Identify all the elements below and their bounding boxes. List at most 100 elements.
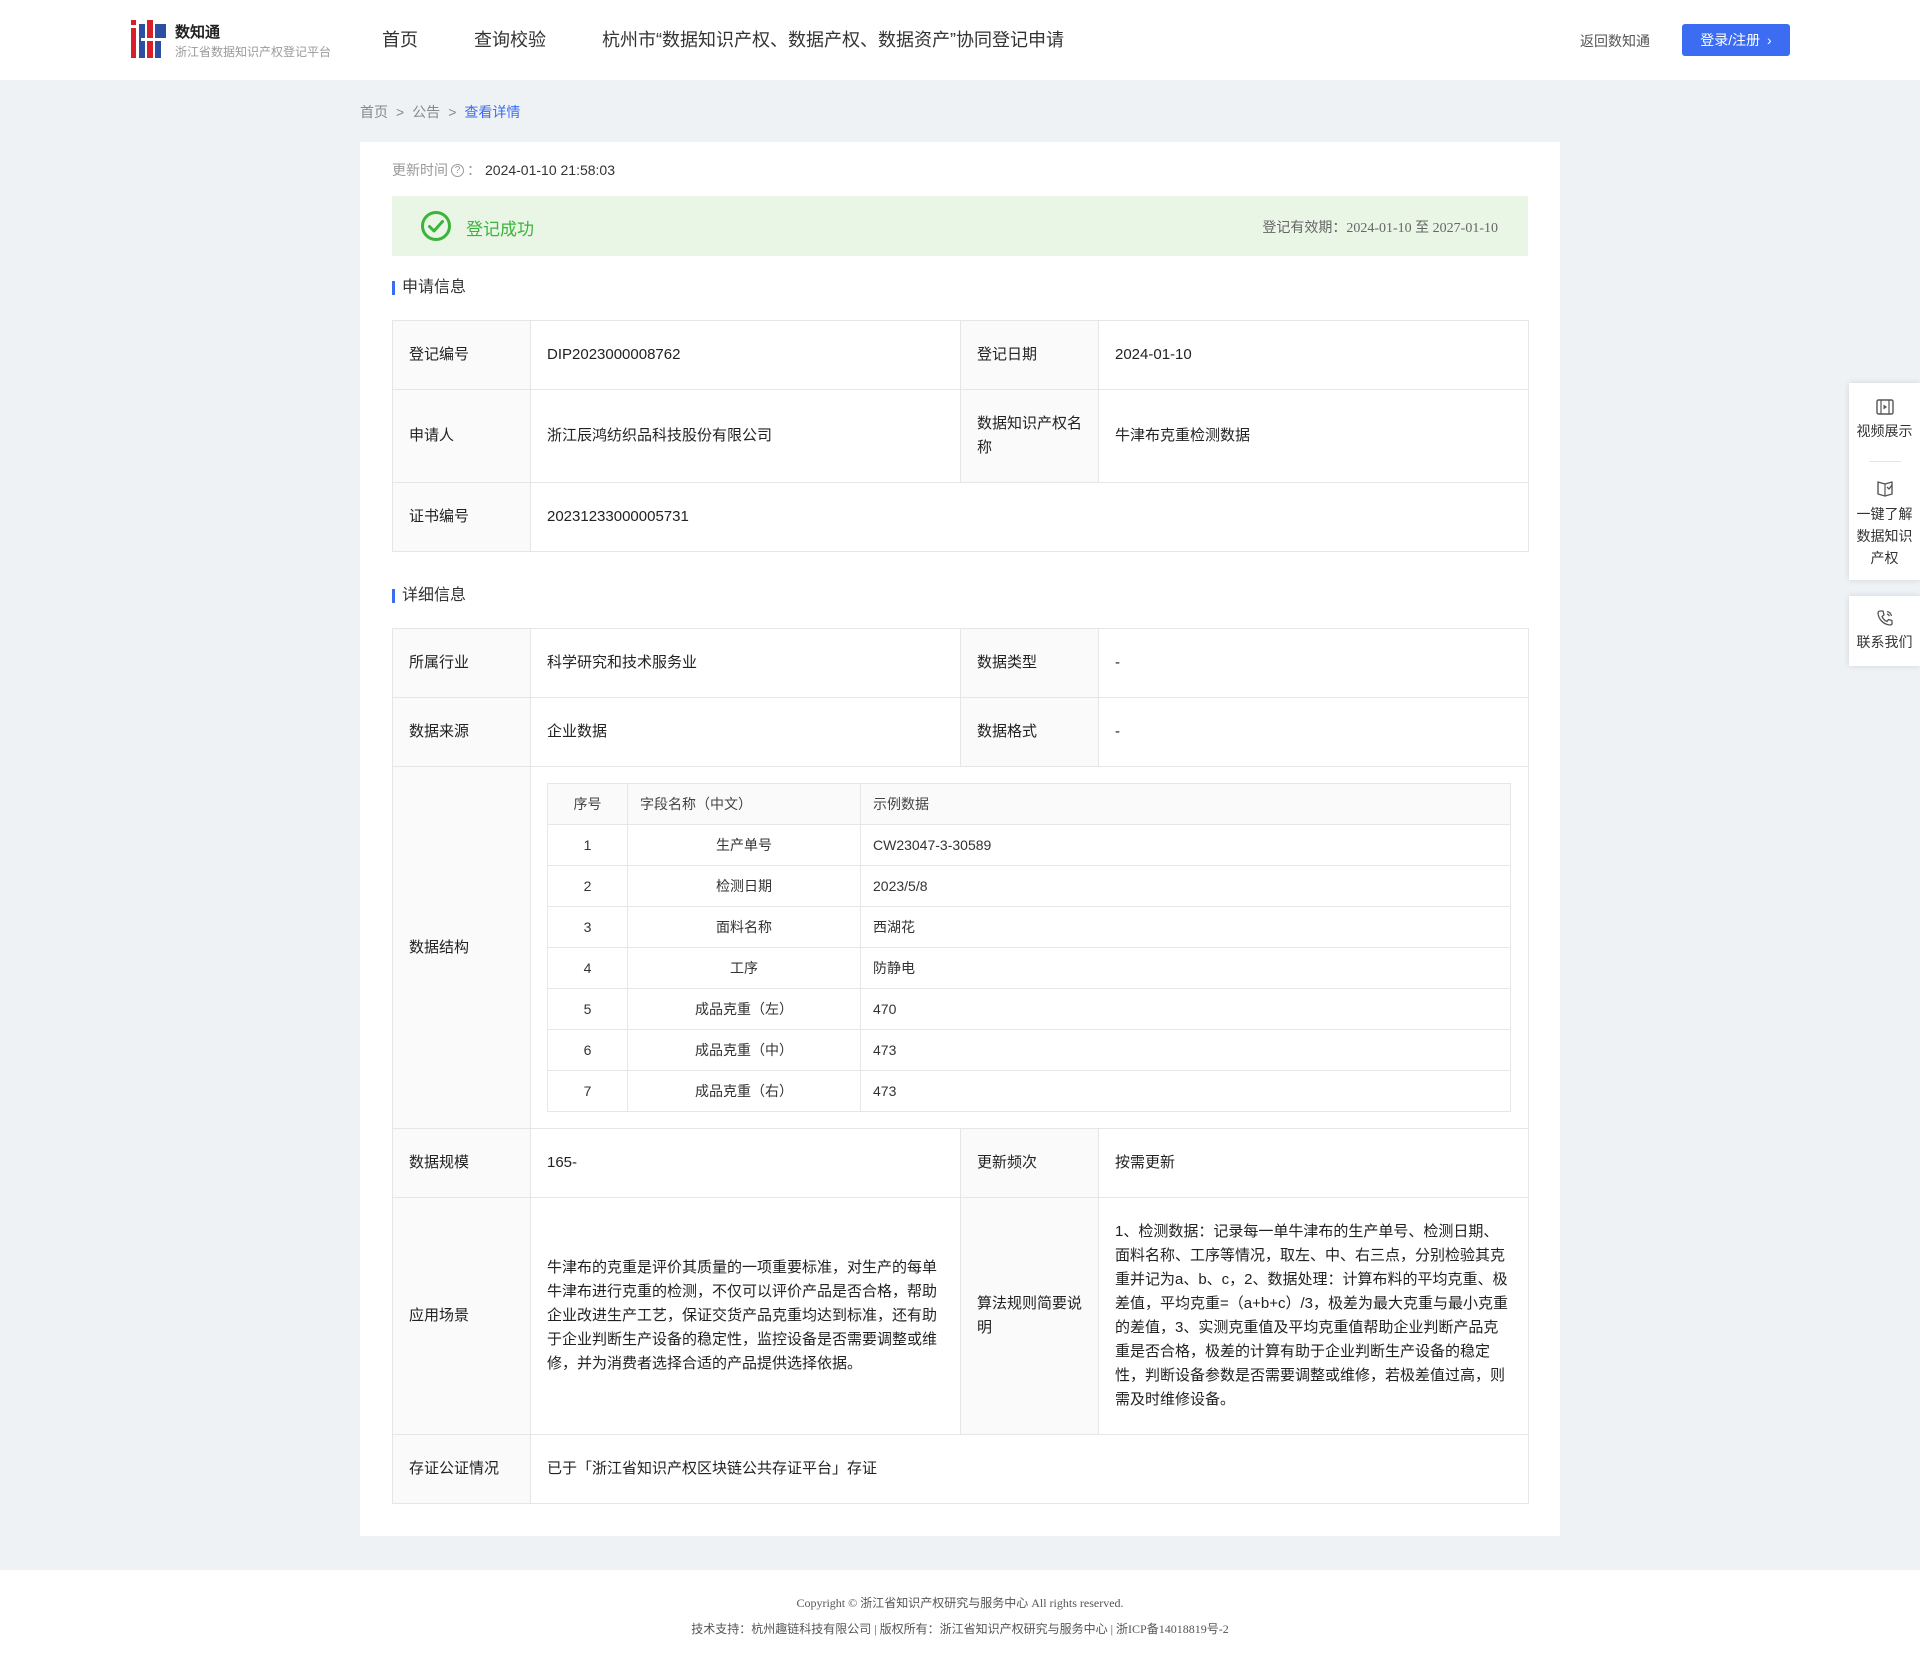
status-banner: 登记成功 登记有效期：2024-01-10 至 2027-01-10 <box>392 196 1528 256</box>
struct-cell-field: 成品克重（右） <box>627 1070 861 1112</box>
cert-no-label: 证书编号 <box>392 482 531 552</box>
struct-cell-field: 检测日期 <box>627 865 861 907</box>
detail-info-table: 所属行业 科学研究和技术服务业 数据类型 - 数据来源 企业数据 数据格式 - … <box>392 628 1529 1504</box>
ip-name-label: 数据知识产权名称 <box>960 389 1099 483</box>
section-title-detail: 详细信息 <box>392 588 466 604</box>
footer-support: 技术支持：杭州趣链科技有限公司 | 版权所有：浙江省知识产权研究与服务中心 | … <box>691 1622 1229 1636</box>
struct-header-index: 序号 <box>547 783 628 825</box>
struct-cell-index: 4 <box>547 947 628 989</box>
reg-date-value: 2024-01-10 <box>1098 320 1529 390</box>
struct-cell-index: 7 <box>547 1070 628 1112</box>
data-type-label: 数据类型 <box>960 628 1099 698</box>
data-scale-label: 数据规模 <box>392 1128 531 1198</box>
struct-cell-sample: 473 <box>860 1070 1511 1112</box>
table-row: 2 检测日期 2023/5/8 <box>547 865 1511 907</box>
scenario-value: 牛津布的克重是评价其质量的一项重要标准，对生产的每单牛津布进行克重的检测，不仅可… <box>530 1197 961 1435</box>
data-structure-label: 数据结构 <box>392 766 531 1129</box>
side-float-panel: 视频展示 一键了解 数据知识 产权 <box>1849 383 1920 580</box>
brand-subtitle: 浙江省数据知识产权登记平台 <box>175 45 332 59</box>
data-structure-table: 序号 字段名称（中文） 示例数据 1 生产单号 CW23047-3-30589 … <box>547 783 1511 1112</box>
phone-icon <box>1876 610 1893 626</box>
reg-no-value: DIP2023000008762 <box>530 320 961 390</box>
check-circle-icon <box>421 211 451 241</box>
data-type-value: - <box>1098 628 1529 698</box>
struct-cell-sample: 防静电 <box>860 947 1511 989</box>
top-header: 数知通 浙江省数据知识产权登记平台 首页 查询校验 杭州市“数据知识产权、数据产… <box>0 0 1920 80</box>
data-format-label: 数据格式 <box>960 697 1099 767</box>
table-row: 7 成品克重（右） 473 <box>547 1070 1511 1112</box>
table-row: 3 面料名称 西湖花 <box>547 906 1511 948</box>
industry-value: 科学研究和技术服务业 <box>530 628 961 698</box>
login-button-label: 登录/注册 <box>1700 32 1761 48</box>
reg-date-label: 登记日期 <box>960 320 1099 390</box>
table-row: 5 成品克重（左） 470 <box>547 988 1511 1030</box>
reg-no-label: 登记编号 <box>392 320 531 390</box>
struct-cell-index: 3 <box>547 906 628 948</box>
application-info-table: 登记编号 DIP2023000008762 登记日期 2024-01-10 申请… <box>392 320 1529 552</box>
struct-cell-field: 成品克重（中） <box>627 1029 861 1071</box>
detail-card: 更新时间 ? ： 2024-01-10 21:58:03 登记成功 登记有效期：… <box>360 142 1560 1536</box>
update-time-colon: ： <box>467 162 481 178</box>
industry-label: 所属行业 <box>392 628 531 698</box>
data-format-value: - <box>1098 697 1529 767</box>
nav-home[interactable]: 首页 <box>382 0 418 80</box>
footer: Copyright © 浙江省知识产权研究与服务中心 All rights re… <box>0 1570 1920 1658</box>
ip-name-value: 牛津布克重检测数据 <box>1098 389 1529 483</box>
side-contact-button[interactable]: 联系我们 <box>1849 596 1920 666</box>
breadcrumb-home[interactable]: 首页 <box>360 104 388 120</box>
back-to-shuzhitong-link[interactable]: 返回数知通 <box>1580 31 1650 51</box>
applicant-value: 浙江辰鸿纺织品科技股份有限公司 <box>530 389 961 483</box>
data-structure-cell: 序号 字段名称（中文） 示例数据 1 生产单号 CW23047-3-30589 … <box>530 766 1529 1129</box>
struct-header-sample: 示例数据 <box>860 783 1511 825</box>
nav-query[interactable]: 查询校验 <box>474 0 546 80</box>
scenario-label: 应用场景 <box>392 1197 531 1435</box>
footer-copyright: Copyright © 浙江省知识产权研究与服务中心 All rights re… <box>796 1596 1124 1610</box>
side-contact-label: 联系我们 <box>1856 634 1913 650</box>
cert-no-value: 20231233000005731 <box>530 482 1529 552</box>
side-video-button[interactable]: 视频展示 <box>1849 383 1920 461</box>
struct-header-field: 字段名称（中文） <box>627 783 861 825</box>
breadcrumb-notice[interactable]: 公告 <box>412 104 440 120</box>
struct-cell-field: 面料名称 <box>627 906 861 948</box>
chevron-right-icon: › <box>1767 32 1772 48</box>
breadcrumb: 首页 > 公告 > 查看详情 <box>360 102 520 122</box>
book-icon <box>1876 481 1893 497</box>
struct-cell-index: 2 <box>547 865 628 907</box>
evidence-label: 存证公证情况 <box>392 1434 531 1504</box>
question-circle-icon[interactable]: ? <box>451 163 464 177</box>
nav-apply[interactable]: 杭州市“数据知识产权、数据产权、数据资产”协同登记申请 <box>602 0 1064 80</box>
update-time-row: 更新时间 ? ： 2024-01-10 21:58:03 <box>392 160 615 180</box>
platform-logo-icon[interactable] <box>131 20 167 58</box>
side-learn-label-3: 产权 <box>1870 550 1899 566</box>
brand-name: 数知通 <box>175 24 221 41</box>
struct-cell-index: 5 <box>547 988 628 1030</box>
algorithm-label: 算法规则简要说明 <box>960 1197 1099 1435</box>
update-freq-value: 按需更新 <box>1098 1128 1529 1198</box>
side-learn-label-2: 数据知识 <box>1856 528 1913 544</box>
struct-cell-sample: 2023/5/8 <box>860 865 1511 907</box>
login-register-button[interactable]: 登录/注册 › <box>1682 24 1790 56</box>
update-time-label: 更新时间 <box>392 162 448 178</box>
data-source-label: 数据来源 <box>392 697 531 767</box>
struct-cell-sample: CW23047-3-30589 <box>860 824 1511 866</box>
struct-cell-sample: 473 <box>860 1029 1511 1071</box>
struct-cell-index: 1 <box>547 824 628 866</box>
side-learn-button[interactable]: 一键了解 数据知识 产权 <box>1849 462 1920 569</box>
status-validity: 登记有效期：2024-01-10 至 2027-01-10 <box>1262 221 1498 236</box>
table-row: 4 工序 防静电 <box>547 947 1511 989</box>
side-video-label: 视频展示 <box>1856 423 1913 439</box>
data-scale-value: 165- <box>530 1128 961 1198</box>
update-freq-label: 更新频次 <box>960 1128 1099 1198</box>
data-source-value: 企业数据 <box>530 697 961 767</box>
breadcrumb-separator: > <box>448 104 457 120</box>
struct-cell-field: 工序 <box>627 947 861 989</box>
struct-cell-sample: 西湖花 <box>860 906 1511 948</box>
table-row: 6 成品克重（中） 473 <box>547 1029 1511 1071</box>
struct-cell-index: 6 <box>547 1029 628 1071</box>
video-icon <box>1875 399 1894 415</box>
algorithm-value: 1、检测数据：记录每一单牛津布的生产单号、检测日期、面料名称、工序等情况，取左、… <box>1098 1197 1529 1435</box>
breadcrumb-separator: > <box>396 104 405 120</box>
section-title-application: 申请信息 <box>392 280 466 296</box>
struct-cell-sample: 470 <box>860 988 1511 1030</box>
table-row: 1 生产单号 CW23047-3-30589 <box>547 824 1511 866</box>
